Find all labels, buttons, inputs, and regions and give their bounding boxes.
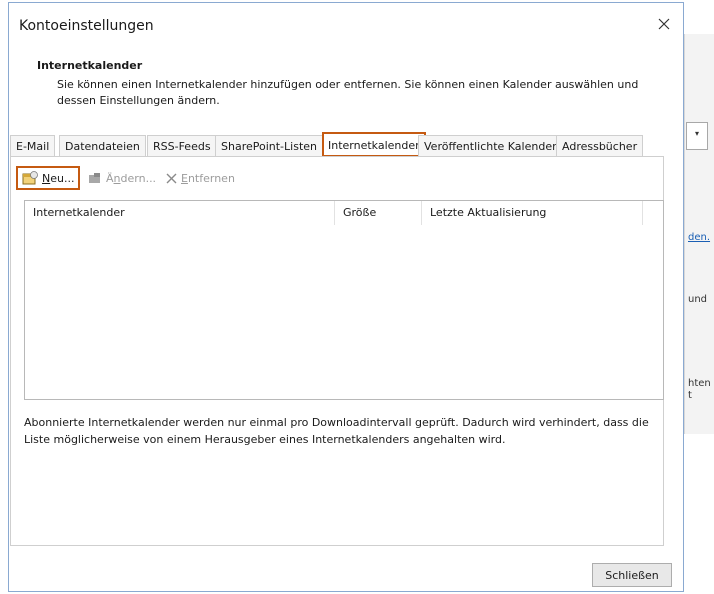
tab-rss-feeds[interactable]: RSS-Feeds [147,135,217,156]
tab-sharepoint-listen[interactable]: SharePoint-Listen [215,135,323,156]
new-button[interactable]: Neu... [16,166,81,190]
change-button-prefix: Ä [106,171,114,185]
change-icon [89,173,100,183]
change-button-label: dern... [120,171,157,185]
background-link[interactable]: den. [688,232,710,243]
schliessen-button[interactable]: Schließen [592,563,672,587]
new-button-label: eu... [50,171,75,185]
tab-datendateien[interactable]: Datendateien [59,135,146,156]
tab-e-mail[interactable]: E-Mail [10,135,56,156]
background-text: und [688,294,708,305]
chevron-down-icon: ▾ [695,129,700,138]
new-calendar-icon [22,171,38,185]
section-heading: Internetkalender [37,59,143,72]
close-icon [658,18,670,30]
remove-button[interactable]: Entfernen [166,166,235,190]
dialog-title: Kontoeinstellungen [19,18,154,34]
change-button[interactable]: Ändern... [88,166,156,190]
remove-x-icon [166,173,177,183]
tab-veroeffentlichte-kalender[interactable]: Veröffentlichte Kalender [418,135,563,156]
section-description: Sie können einen Internetkalender hinzuf… [57,78,639,107]
remove-button-accel: E [181,171,188,185]
close-button[interactable] [649,11,679,37]
background-dropdown[interactable]: ▾ [686,122,708,150]
column-header-groesse[interactable]: Größe [335,201,422,225]
info-text: Abonnierte Internetkalender werden nur e… [24,416,649,446]
column-header-internetkalender[interactable]: Internetkalender [25,201,335,225]
background-text: t [688,390,692,401]
remove-button-label: ntfernen [187,171,235,185]
background-text: hten [688,378,711,389]
list-header: Internetkalender Größe Letzte Aktualisie… [25,201,663,225]
tab-internetkalender[interactable]: Internetkalender [322,132,426,157]
new-button-accel: N [42,171,51,185]
calendar-list[interactable]: Internetkalender Größe Letzte Aktualisie… [24,200,664,400]
change-button-accel: n [113,171,121,185]
tab-adressbuecher[interactable]: Adressbücher [556,135,644,156]
column-header-letzte-aktualisierung[interactable]: Letzte Aktualisierung [422,201,643,225]
